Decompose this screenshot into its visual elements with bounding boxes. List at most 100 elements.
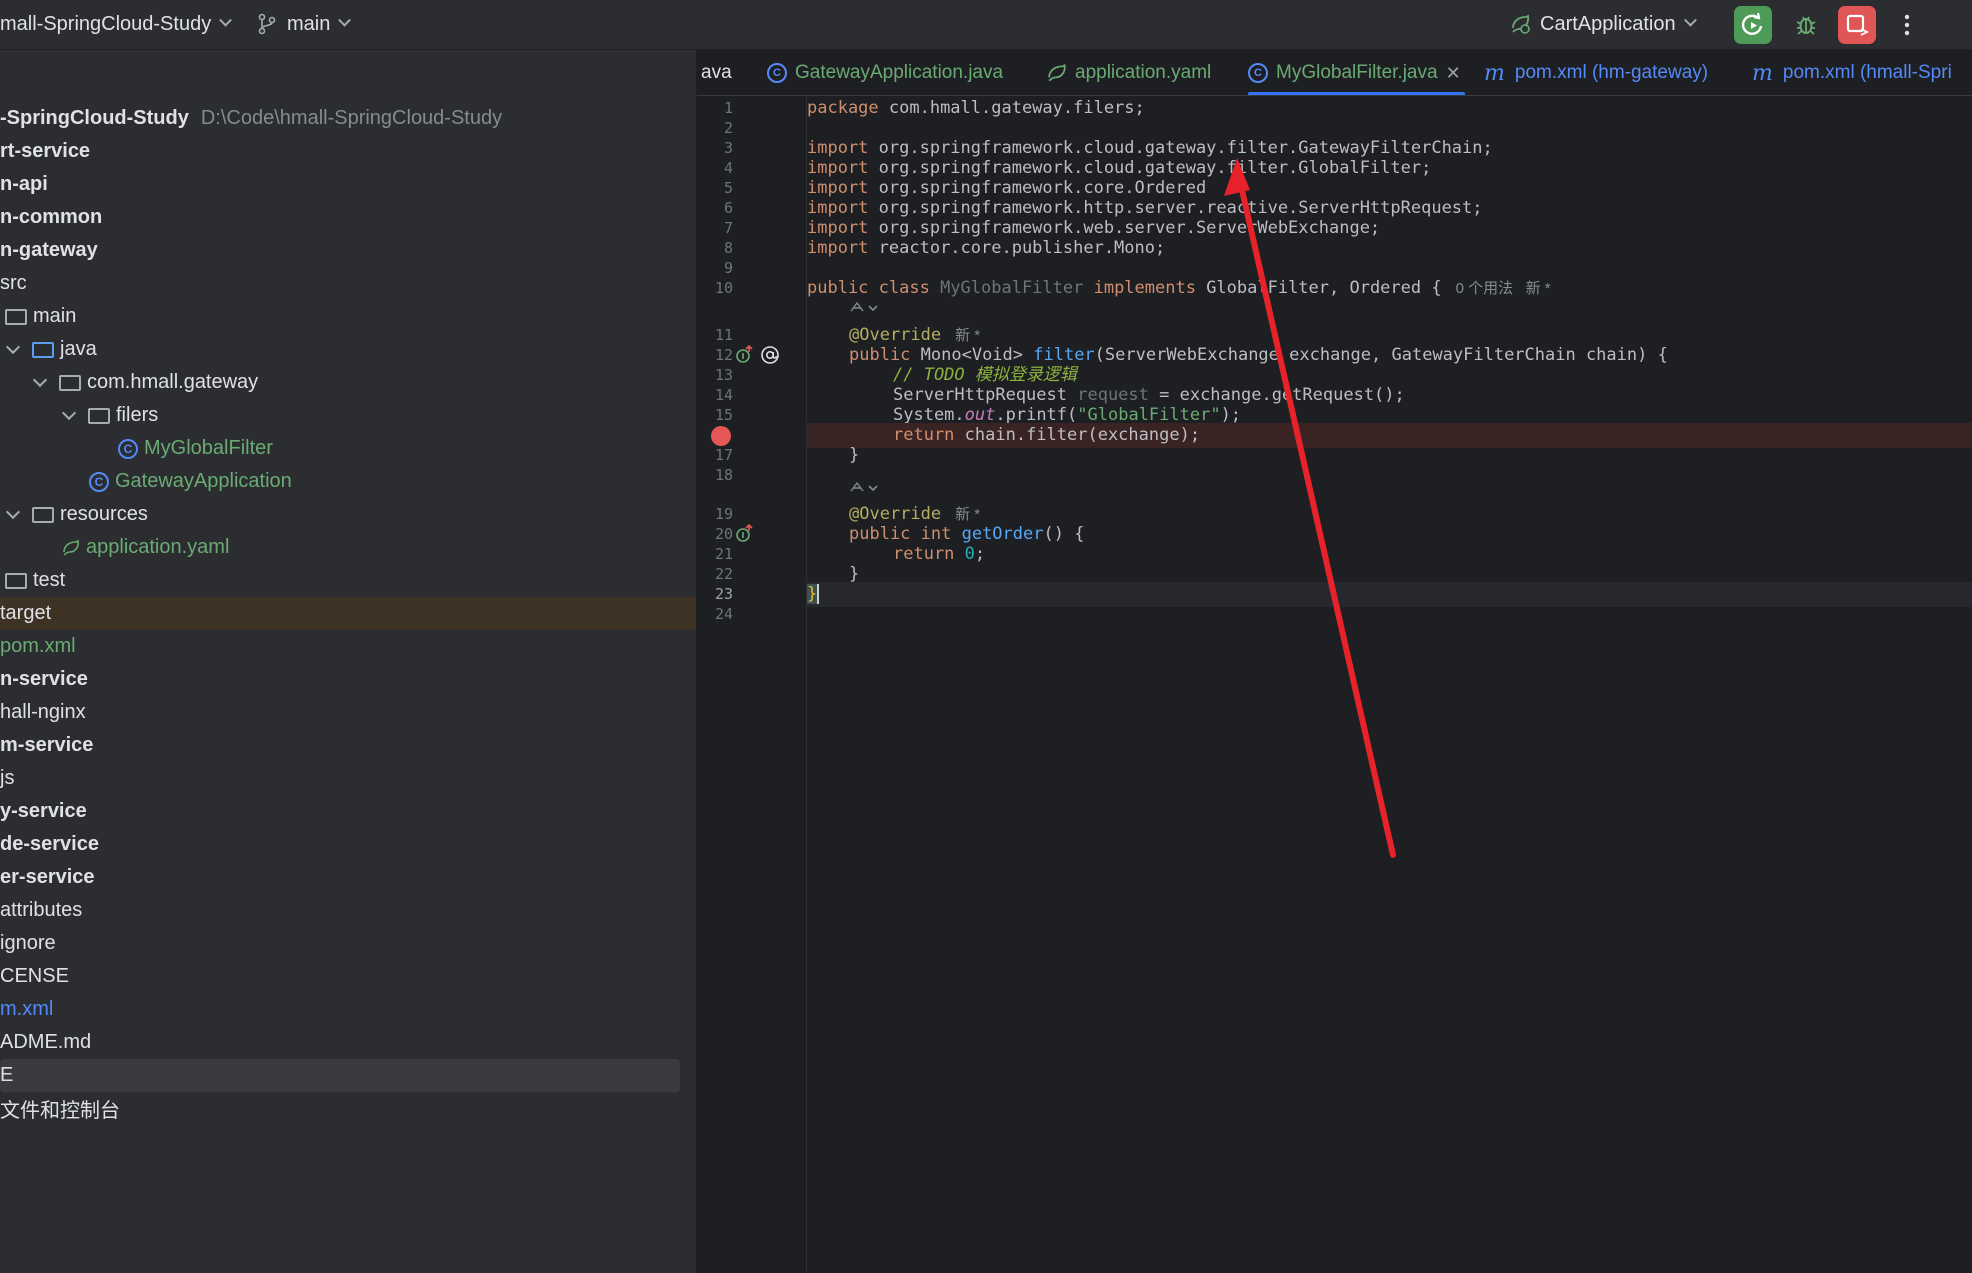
tree-item-module[interactable]: n-service xyxy=(0,663,696,696)
stop-button[interactable] xyxy=(1838,6,1876,44)
tree-item-file[interactable]: ignore xyxy=(0,927,696,960)
code-text: org.springframework.web.server.ServerWeb… xyxy=(868,218,1381,238)
keyword: import xyxy=(807,138,869,158)
tree-item-folder-excluded[interactable]: target xyxy=(0,597,696,630)
tree-item-folder[interactable]: resources xyxy=(0,498,696,531)
tree-item-scratches[interactable]: 文件和控制台 xyxy=(0,1092,696,1125)
implements-method-icon[interactable] xyxy=(735,523,755,545)
code-area[interactable]: package com.hmall.gateway.filers; import… xyxy=(807,96,1972,1273)
code-text: () { xyxy=(1043,524,1085,544)
tree-item-folder[interactable]: test xyxy=(0,564,696,597)
tree-item-folder[interactable]: java xyxy=(0,333,696,366)
tree-item-package[interactable]: com.hmall.gateway xyxy=(0,366,696,399)
line-number-gutter[interactable]: 1 2 3 4 5 6 7 8 9 10 11 12 13 14 15 17 1… xyxy=(697,96,807,1273)
more-options-button[interactable] xyxy=(1888,6,1926,44)
tree-item-folder[interactable]: src xyxy=(0,267,696,300)
tree-item-selected[interactable]: E xyxy=(0,1059,680,1092)
tree-item-folder[interactable]: js xyxy=(0,762,696,795)
branch-name: main xyxy=(287,12,331,35)
tree-item-file[interactable]: m.xml xyxy=(0,993,696,1026)
tree-item-module[interactable]: er-service xyxy=(0,861,696,894)
tree-item-label: java xyxy=(60,338,97,360)
tab-gateway-application[interactable]: C GatewayApplication.java xyxy=(767,50,1004,95)
yaml-leaf-icon xyxy=(63,539,79,556)
tree-item-file[interactable]: application.yaml xyxy=(0,531,696,564)
editor-tabs: ava C GatewayApplication.java applicatio… xyxy=(697,50,1972,96)
code-text: chain.filter(exchange); xyxy=(954,425,1201,445)
tree-item-file[interactable]: CENSE xyxy=(0,960,696,993)
tree-item-label: y-service xyxy=(0,800,87,822)
chevron-down-icon[interactable] xyxy=(5,339,21,355)
debug-button[interactable] xyxy=(1787,6,1825,44)
tree-item-class[interactable]: C GatewayApplication xyxy=(0,465,696,498)
tab-pom-root[interactable]: m pom.xml (hmall-Spri xyxy=(1752,50,1952,95)
tree-item-module[interactable]: n-common xyxy=(0,201,696,234)
tree-item-module[interactable]: n-api xyxy=(0,168,696,201)
spring-class-icon: C xyxy=(89,471,109,492)
tree-item-module[interactable]: y-service xyxy=(0,795,696,828)
spring-class-icon: C xyxy=(767,63,787,83)
run-config-selector[interactable]: CartApplication xyxy=(1510,0,1697,48)
tree-item-label: ADME.md xyxy=(0,1031,92,1053)
run-config-name: CartApplication xyxy=(1540,12,1676,35)
at-sign-icon[interactable] xyxy=(759,344,781,366)
tab-label: pom.xml (hm-gateway) xyxy=(1514,62,1709,83)
project-path: D:\Code\hmall-SpringCloud-Study xyxy=(200,107,503,129)
keyword: public int xyxy=(849,524,952,544)
tree-item-package[interactable]: filers xyxy=(0,399,696,432)
code-vision-icon[interactable] xyxy=(849,479,879,497)
tree-item-module[interactable]: m-service xyxy=(0,729,696,762)
tab-java-file[interactable]: ava xyxy=(701,50,732,95)
code-line: package com.hmall.gateway.filers; xyxy=(807,96,1972,121)
yaml-leaf-icon xyxy=(1048,63,1066,82)
tree-item-label: CENSE xyxy=(0,965,69,987)
implements-method-icon[interactable] xyxy=(735,344,755,366)
tab-label: MyGlobalFilter.java xyxy=(1276,62,1438,83)
tree-item-file[interactable]: ADME.md xyxy=(0,1026,696,1059)
tab-my-global-filter[interactable]: C MyGlobalFilter.java ✕ xyxy=(1248,50,1465,95)
code-text: ); xyxy=(1220,405,1242,425)
tree-item-file[interactable]: pom.xml xyxy=(0,630,696,663)
tab-label: GatewayApplication.java xyxy=(795,62,1004,83)
tree-item-module[interactable]: n-gateway xyxy=(0,234,696,267)
code-text: .printf( xyxy=(995,405,1078,425)
code-text: Mono<Void> xyxy=(910,345,1034,365)
usage-hint[interactable]: 0 个用法 新 * xyxy=(1456,280,1551,297)
code-line-current: } xyxy=(807,582,1972,607)
close-icon[interactable]: ✕ xyxy=(1446,63,1461,84)
stop-icon xyxy=(1846,14,1870,36)
string-literal: "GlobalFilter" xyxy=(1077,405,1221,425)
tab-pom-gateway[interactable]: m pom.xml (hm-gateway) xyxy=(1484,50,1709,95)
package-icon xyxy=(59,374,81,391)
rerun-button[interactable] xyxy=(1734,6,1772,44)
tree-item-file[interactable]: attributes xyxy=(0,894,696,927)
tree-item-class[interactable]: C MyGlobalFilter xyxy=(0,432,696,465)
code-vision-icon[interactable] xyxy=(849,299,879,317)
chevron-down-icon[interactable] xyxy=(5,504,21,520)
chevron-down-icon[interactable] xyxy=(32,372,48,388)
project-selector[interactable]: mall-SpringCloud-Study xyxy=(0,0,233,48)
tab-label: pom.xml (hmall-Spri xyxy=(1782,62,1952,83)
tree-item-label: n-api xyxy=(0,173,48,195)
tree-item-module[interactable]: rt-service xyxy=(0,135,696,168)
chevron-down-icon[interactable] xyxy=(61,405,77,421)
resources-folder-icon xyxy=(32,506,54,523)
code-text: } xyxy=(849,564,860,584)
source-folder-icon xyxy=(32,341,54,358)
keyword: import xyxy=(807,158,869,178)
tree-item-module[interactable]: de-service xyxy=(0,828,696,861)
tree-item-folder[interactable]: hall-nginx xyxy=(0,696,696,729)
branch-selector[interactable]: main xyxy=(257,0,352,48)
chevron-down-icon xyxy=(1683,13,1697,27)
breakpoint-icon[interactable] xyxy=(711,426,731,446)
folder-icon xyxy=(5,308,27,325)
class-icon: C xyxy=(1248,63,1268,83)
code-text: GlobalFilter, Ordered { xyxy=(1195,278,1442,298)
tree-item-label: n-gateway xyxy=(0,239,98,261)
tree-item-folder[interactable]: main xyxy=(0,300,696,333)
tree-item-project-root[interactable]: -SpringCloud-Study D:\Code\hmall-SpringC… xyxy=(0,102,696,135)
tree-item-label: m.xml xyxy=(0,998,54,1020)
tab-application-yaml[interactable]: application.yaml xyxy=(1047,50,1211,95)
tree-item-label: attributes xyxy=(0,899,83,921)
tree-item-label: hall-nginx xyxy=(0,701,86,723)
